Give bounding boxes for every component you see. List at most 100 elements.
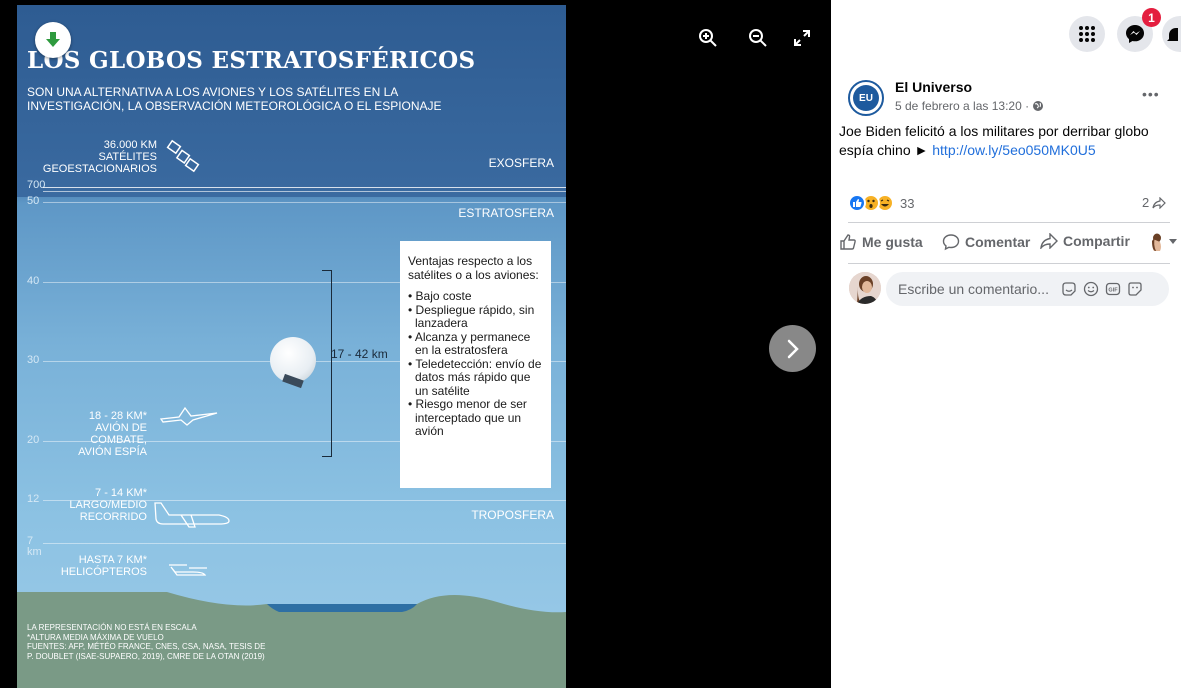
avatar[interactable] bbox=[849, 272, 881, 304]
comment-field: GIF bbox=[886, 272, 1169, 306]
altitude-12: 12 bbox=[27, 493, 40, 505]
share-count-value: 2 bbox=[1142, 195, 1150, 210]
profile-reaction-icon bbox=[1152, 233, 1161, 251]
comment-input[interactable] bbox=[898, 281, 1058, 297]
footnote-scale: LA REPRESENTACIÓN NO ESTÁ EN ESCALA bbox=[27, 623, 197, 632]
infographic-title: LOS GLOBOS ESTRATOSFÉRICOS bbox=[27, 47, 476, 74]
airliner-label-line2: LARGO/MEDIO bbox=[69, 499, 147, 511]
altitude-line-700b bbox=[43, 191, 566, 192]
download-button[interactable] bbox=[35, 22, 71, 58]
fighter-label-line3: COMBATE, bbox=[90, 434, 147, 446]
notification-badge: 1 bbox=[1142, 8, 1161, 27]
satellites-label-km: 36.000 KM bbox=[103, 139, 157, 151]
advantage-item: • Despliegue rápido, sin lanzadera bbox=[408, 302, 535, 330]
balloon-range-label: 17 - 42 km bbox=[331, 347, 388, 361]
gif-icon[interactable]: GIF bbox=[1102, 278, 1124, 300]
reaction-count: 33 bbox=[900, 195, 915, 211]
altitude-30: 30 bbox=[27, 354, 40, 366]
photo-viewer: LOS GLOBOS ESTRATOSFÉRICOS SON UNA ALTER… bbox=[0, 0, 831, 688]
altitude-unit: km bbox=[27, 546, 42, 558]
like-reaction-icon bbox=[848, 194, 866, 212]
altitude-20: 20 bbox=[27, 434, 40, 446]
post-link[interactable]: http://ow.ly/5eo050MK0U5 bbox=[932, 142, 1095, 158]
share-arrow-icon bbox=[1152, 196, 1167, 209]
comment-icon bbox=[942, 234, 960, 251]
svg-text:GIF: GIF bbox=[1108, 288, 1118, 294]
altitude-line-50 bbox=[43, 202, 566, 203]
fighter-label: 18 - 28 KM* AVIÓN DE COMBATE, AVIÓN ESPÍ… bbox=[57, 410, 147, 458]
fullscreen-button[interactable] bbox=[788, 24, 816, 52]
airliner-label: 7 - 14 KM* LARGO/MEDIO RECORRIDO bbox=[57, 487, 147, 523]
infographic-image: LOS GLOBOS ESTRATOSFÉRICOS SON UNA ALTER… bbox=[17, 5, 566, 688]
user-avatar-icon bbox=[849, 272, 881, 304]
share-button[interactable]: Compartir bbox=[1040, 233, 1130, 249]
thumbs-up-icon bbox=[840, 234, 856, 250]
altitude-bracket bbox=[322, 270, 332, 457]
altitude-line-700 bbox=[43, 187, 566, 188]
reaction-picker-button[interactable] bbox=[1150, 233, 1177, 251]
globe-icon bbox=[1033, 101, 1044, 111]
infographic-footnote: LA REPRESENTACIÓN NO ESTÁ EN ESCALA *ALT… bbox=[27, 623, 287, 661]
altitude-50: 50 bbox=[27, 195, 40, 207]
expand-icon bbox=[794, 30, 810, 46]
satellites-label: 36.000 KM SATÉLITES GEOESTACIONARIOS bbox=[35, 139, 157, 175]
bell-icon bbox=[1166, 28, 1178, 41]
altitude-40: 40 bbox=[27, 275, 40, 287]
page-avatar[interactable]: EU bbox=[848, 80, 884, 116]
advantage-item: • Bajo coste bbox=[408, 289, 472, 303]
zoom-in-icon bbox=[699, 29, 717, 47]
advantages-title: Ventajas respecto a los satélites o a lo… bbox=[408, 254, 539, 282]
advantage-item: • Riesgo menor de ser interceptado que u… bbox=[408, 397, 527, 438]
airliner-label-line3: RECORRIDO bbox=[79, 511, 147, 523]
satellites-label-name: SATÉLITES bbox=[98, 151, 157, 163]
fighter-label-line2: AVIÓN DE bbox=[95, 422, 147, 434]
download-arrow-icon bbox=[46, 32, 60, 47]
satellite-icon bbox=[166, 139, 200, 173]
fighter-label-altitude: 18 - 28 KM* bbox=[88, 410, 147, 422]
fighter-jet-icon bbox=[159, 406, 218, 426]
sticker-icon[interactable] bbox=[1058, 278, 1080, 300]
grid-menu-icon bbox=[1079, 26, 1095, 42]
like-button[interactable]: Me gusta bbox=[839, 233, 923, 251]
infographic-subtitle: SON UNA ALTERNATIVA A LOS AVIONES Y LOS … bbox=[27, 85, 442, 113]
helicopter-label-line2: HELICÓPTEROS bbox=[60, 566, 147, 578]
footnote-sources-2: P. DOUBLET (ISAE-SUPAERO, 2019), CMRE DE… bbox=[27, 651, 265, 661]
altitude-700: 700 bbox=[27, 179, 46, 191]
post-meta: 5 de febrero a las 13:20 · bbox=[895, 99, 1044, 113]
layer-troposfera: TROPOSFERA bbox=[471, 508, 554, 522]
more-options-button[interactable]: ••• bbox=[1142, 86, 1160, 102]
app-root: LOS GLOBOS ESTRATOSFÉRICOS SON UNA ALTER… bbox=[0, 0, 1181, 688]
post-text: Joe Biden felicitó a los militares por d… bbox=[839, 122, 1169, 160]
comment-button[interactable]: Comentar bbox=[942, 233, 1030, 251]
divider bbox=[848, 263, 1170, 264]
fighter-label-line4: AVIÓN ESPÍA bbox=[78, 446, 147, 458]
helicopter-icon bbox=[169, 564, 207, 576]
helicopter-label-altitude: HASTA 7 KM* bbox=[78, 554, 147, 566]
helicopter-label: HASTA 7 KM* HELICÓPTEROS bbox=[57, 554, 147, 578]
zoom-out-button[interactable] bbox=[744, 24, 772, 52]
share-icon bbox=[1040, 233, 1058, 249]
airliner-label-altitude: 7 - 14 KM* bbox=[95, 487, 147, 499]
footnote-sources: FUENTES: AFP, MÉTÉO FRANCE, CNES, CSA, N… bbox=[27, 642, 266, 651]
layer-exosfera: EXOSFERA bbox=[488, 156, 554, 170]
next-photo-button[interactable] bbox=[769, 325, 816, 372]
footnote-altitude: *ALTURA MEDIA MÁXIMA DE VUELO bbox=[27, 632, 164, 642]
messenger-icon bbox=[1126, 25, 1144, 43]
sticker-face-icon[interactable] bbox=[1124, 278, 1146, 300]
menu-button[interactable] bbox=[1069, 16, 1105, 52]
like-label: Me gusta bbox=[862, 234, 923, 250]
airliner-icon bbox=[154, 502, 230, 528]
advantages-box: Ventajas respecto a los satélites o a lo… bbox=[400, 241, 551, 488]
chevron-right-icon bbox=[787, 339, 799, 358]
altitude-line-7 bbox=[43, 543, 566, 544]
reactions-summary[interactable]: 33 bbox=[848, 194, 914, 212]
page-name[interactable]: El Universo bbox=[895, 79, 972, 95]
share-count[interactable]: 2 bbox=[1142, 195, 1167, 210]
advantage-item: • Teledetección: envío de datos más rápi… bbox=[408, 356, 542, 398]
emoji-icon[interactable] bbox=[1080, 278, 1102, 300]
zoom-in-button[interactable] bbox=[694, 24, 722, 52]
comment-label: Comentar bbox=[965, 234, 1031, 250]
advantages-list: • Bajo coste • Despliegue rápido, sin la… bbox=[408, 289, 543, 439]
post-date[interactable]: 5 de febrero a las 13:20 · bbox=[895, 99, 1029, 113]
divider bbox=[848, 222, 1170, 223]
